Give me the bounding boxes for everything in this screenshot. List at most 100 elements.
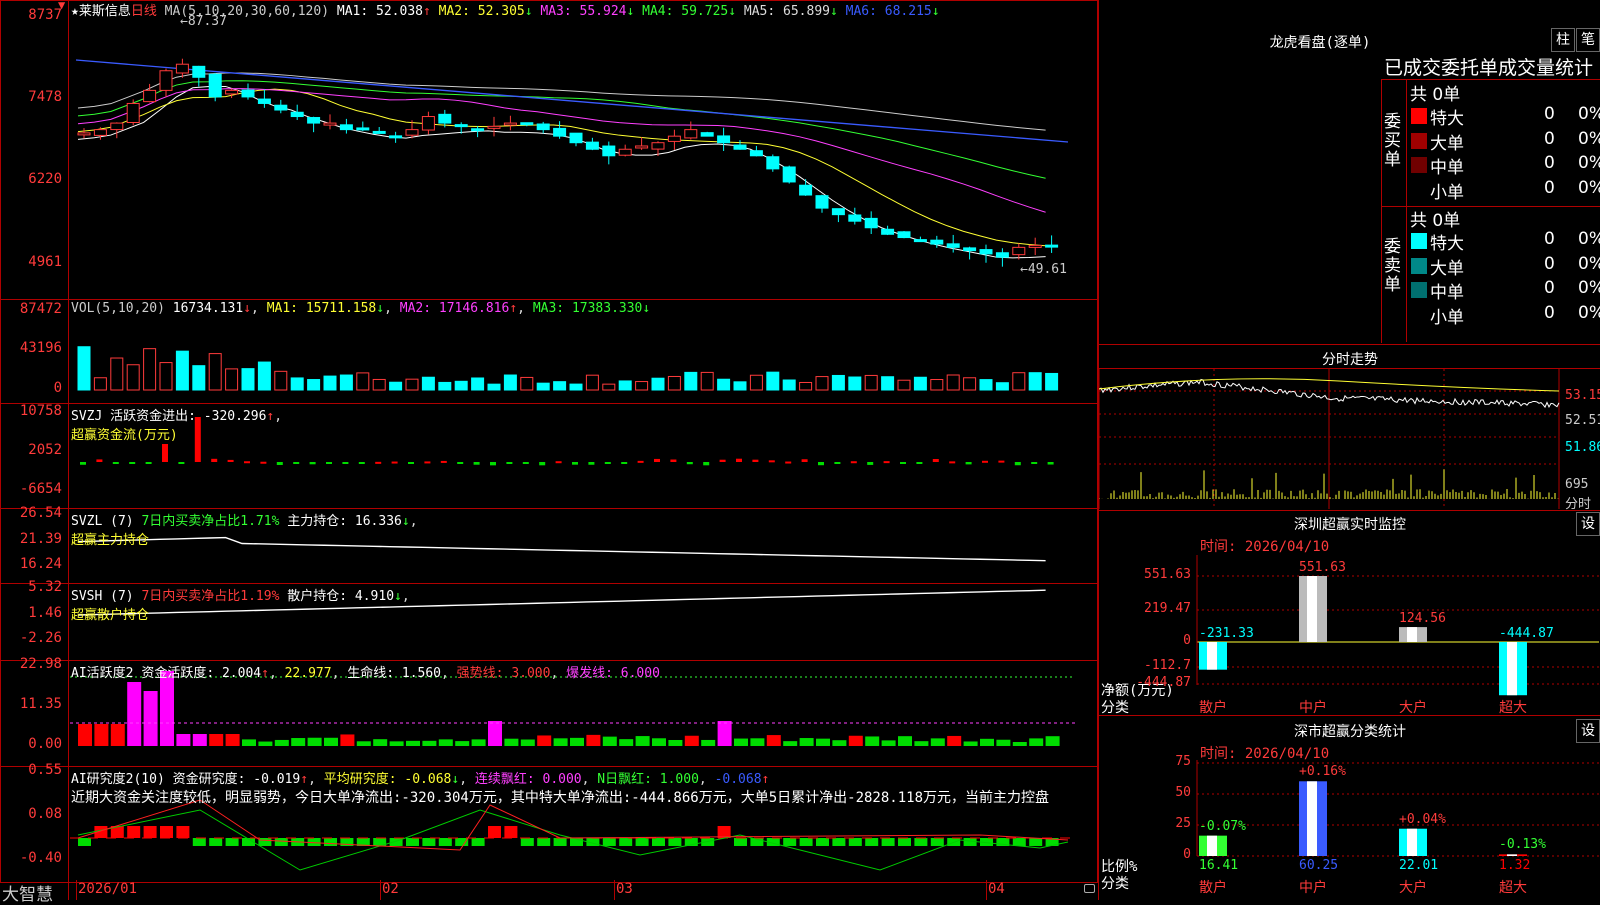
vol-bar — [241, 368, 255, 391]
lock-icon[interactable] — [1084, 884, 1095, 893]
svzj-bar — [358, 462, 365, 464]
svzj-bar — [293, 462, 300, 464]
svsh-ratio: 7日内买卖净占比1.19% — [141, 589, 280, 604]
ai-active-bar — [635, 736, 650, 746]
vol-bar — [864, 374, 878, 391]
svzj-bar — [490, 462, 496, 466]
svsh-name: SVSH (7) — [71, 589, 134, 604]
stat-name: 小单 — [1430, 182, 1464, 203]
price-ticks-1: 7478 — [28, 89, 62, 105]
candle-body — [815, 195, 829, 209]
price-ticks-0: 8737 — [28, 7, 62, 23]
candle-body — [799, 184, 813, 196]
ai-active-bar — [274, 739, 289, 746]
svzj-bar — [900, 462, 906, 464]
ai-research-bar — [209, 838, 223, 846]
ss-bar-2 — [1399, 828, 1427, 856]
bar-mode-button[interactable]: 柱 — [1551, 28, 1575, 52]
low-price-label: ←49.61 — [1020, 262, 1067, 277]
ai-active-bar — [307, 737, 322, 746]
ai-active-bar — [914, 741, 929, 746]
ai-active-a5: 爆发线: 6.000 — [566, 666, 660, 681]
ai-research-bar — [799, 838, 813, 846]
svzj-bar — [850, 461, 857, 464]
ai-research-bar — [160, 826, 173, 838]
stat-name: 特大 — [1430, 109, 1464, 129]
vol-bar — [1028, 372, 1042, 391]
ai-research-bar — [898, 838, 911, 846]
price-ticks-2: 6220 — [28, 171, 62, 187]
vol-bar — [831, 374, 845, 391]
ai-research-bar — [438, 838, 452, 846]
sz-bar-highlight — [1307, 576, 1317, 642]
sz-cat-0: 散户 — [1199, 700, 1227, 716]
candle-body — [635, 145, 649, 149]
vol-bar — [126, 364, 140, 391]
ai-active-bar — [1012, 741, 1027, 746]
ai-research-r1: 资金研究度: -0.019 — [172, 772, 301, 787]
svzj-bar — [1014, 462, 1021, 466]
vol-bar — [979, 379, 993, 391]
vol-bar — [77, 346, 91, 391]
ai-research-r2: 平均研究度: -0.068 — [323, 772, 452, 787]
svzj-bar — [883, 461, 890, 464]
stat-row: 大单 0 0% — [1408, 129, 1600, 154]
air-ticks-2: -0.40 — [19, 850, 62, 866]
vol-bar — [536, 382, 550, 391]
svzj-bar — [473, 462, 480, 465]
ai-ticks-0: 22.98 — [19, 656, 62, 672]
main-chart-canvas — [70, 58, 1075, 871]
ai-active-bar — [504, 738, 519, 746]
svzj-bar — [375, 461, 382, 464]
candle-body — [782, 166, 796, 183]
sz-settings-button[interactable]: 设 — [1576, 512, 1600, 536]
svzj-bar — [949, 461, 956, 464]
color-swatch — [1411, 306, 1427, 323]
candle-body — [618, 148, 632, 156]
ai-active-bar — [750, 738, 765, 746]
vol-bar — [520, 376, 534, 391]
svzj-bar — [982, 460, 988, 463]
ai-active-bar — [963, 741, 978, 746]
ai-research-bar — [602, 838, 616, 846]
vol-bar — [799, 381, 813, 391]
vol-bar — [963, 377, 977, 391]
svzj-bar — [227, 459, 234, 462]
date-tick-0 — [76, 880, 77, 900]
buy-total: 共 0单 — [1410, 85, 1461, 105]
ai-research-bar — [127, 826, 141, 838]
color-swatch — [1411, 181, 1427, 198]
svzj-bar — [801, 459, 808, 462]
svzj-bar — [326, 462, 332, 464]
ai-research-bar — [455, 838, 469, 846]
sz-tick-3: -112.7 — [1144, 658, 1191, 673]
tick-mode-button[interactable]: 笔 — [1576, 28, 1600, 52]
ai-active-bar — [422, 740, 437, 746]
ai-active-bar — [291, 738, 306, 746]
svzj-bar — [96, 459, 103, 462]
svzj-bar — [276, 462, 283, 465]
ai-research-bar — [176, 826, 190, 838]
candle-body — [569, 132, 583, 144]
ss-tick-3: 0 — [1183, 847, 1191, 862]
lhb-title: 龙虎看盘(逐单) — [1269, 35, 1371, 51]
sz-title: 深圳超赢实时监控 — [1294, 517, 1406, 533]
ma-line-120 — [75, 59, 1069, 143]
stat-n: 0 — [1544, 104, 1555, 124]
ai-active-bar — [881, 740, 896, 746]
color-swatch — [1411, 108, 1427, 124]
vol-header: VOL(5,10,20) 16734.131↓, MA1: 15711.158↓… — [71, 301, 651, 316]
ss-tick-2: 25 — [1175, 816, 1191, 831]
stat-n: 0 — [1544, 302, 1555, 323]
svzj-bar — [145, 462, 152, 464]
vol-name: VOL(5,10,20) — [71, 301, 165, 316]
ss-settings-button[interactable]: 设 — [1576, 719, 1600, 743]
ai-active-bar — [832, 740, 847, 746]
vol-bar — [1045, 372, 1059, 391]
stat-n: 0 — [1544, 278, 1555, 298]
ai-research-bar — [324, 838, 337, 846]
stat-p: 0% — [1578, 177, 1600, 198]
vol-bar — [569, 383, 583, 391]
ai-active-bar — [865, 736, 880, 746]
candle-body — [126, 102, 140, 123]
